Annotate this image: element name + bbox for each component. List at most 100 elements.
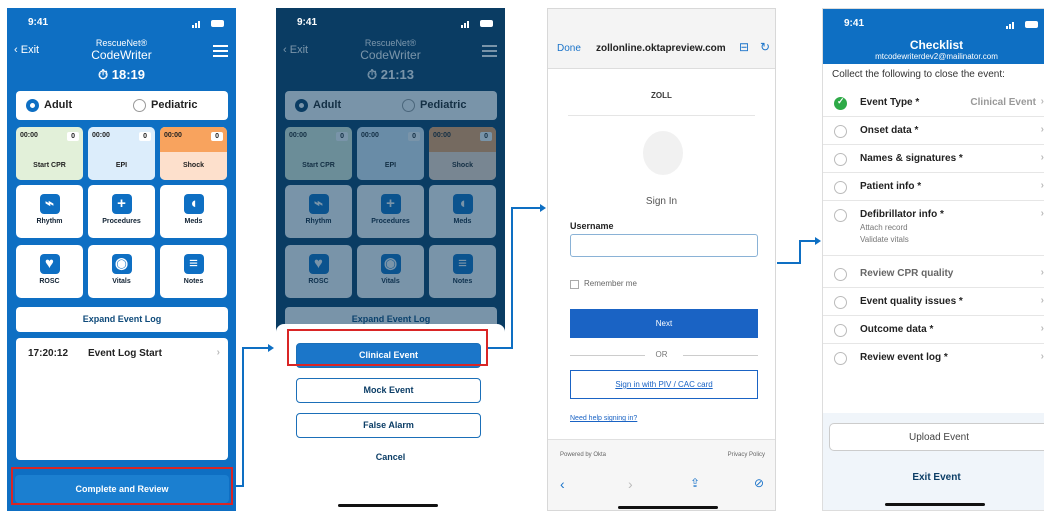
browser-footer: Powered by Okta Privacy Policy ‹ › ⇪ ⊘ (548, 439, 775, 510)
shock-tile[interactable]: 00:00 0 Shock (160, 127, 227, 180)
start-cpr-tile[interactable]: 00:00 0 Start CPR (16, 127, 83, 180)
rosc-tile[interactable]: ♥ ROSC (16, 245, 83, 298)
check-pending-icon (834, 324, 847, 337)
home-indicator (618, 506, 718, 509)
check-complete-icon (834, 96, 847, 110)
help-link[interactable]: Need help signing in? (570, 415, 637, 422)
chevron-right-icon: › (1040, 208, 1044, 219)
arrow-head-icon (540, 204, 546, 212)
chevron-right-icon: › (1040, 323, 1044, 334)
shock-count: 0 (211, 132, 223, 141)
shock-label: Shock (429, 152, 496, 180)
username-input[interactable] (570, 234, 758, 257)
done-button[interactable]: Done (557, 43, 581, 54)
rhythm-tile[interactable]: ⌁ Rhythm (16, 185, 83, 238)
back-icon[interactable]: ‹ (560, 476, 565, 492)
remember-label: Remember me (584, 279, 637, 288)
menu-icon[interactable] (213, 45, 228, 57)
checklist-item-patient[interactable]: Patient info * › (823, 173, 1044, 201)
vitals-tile: ◉ Vitals (357, 245, 424, 298)
rhythm-label: Rhythm (305, 218, 332, 225)
patient-type-selector[interactable]: Adult Pediatric (16, 91, 228, 120)
cpr-label: Start CPR (16, 152, 83, 180)
share-icon[interactable]: ⇪ (690, 476, 700, 490)
vitals-label: Vitals (381, 278, 400, 285)
notes-label: Notes (452, 278, 473, 285)
sign-in-heading: Sign In (645, 196, 678, 207)
notes-icon: ≡ (452, 254, 473, 274)
heart-icon: ♥ (39, 254, 60, 274)
vitals-label: Vitals (112, 278, 131, 285)
divider (683, 355, 758, 356)
item-label: Review CPR quality (860, 268, 954, 279)
vitals-tile[interactable]: ◉ Vitals (88, 245, 155, 298)
event-timer: ⏱ 21:13 (366, 67, 414, 82)
procedures-tile[interactable]: + Procedures (88, 185, 155, 238)
pediatric-label: Pediatric (420, 99, 467, 111)
rosc-label: ROSC (308, 278, 329, 285)
checklist-item-names[interactable]: Names & signatures * › (823, 145, 1044, 173)
checklist-item-cpr-quality[interactable]: Review CPR quality › (823, 260, 1044, 288)
checklist-item-quality-issues[interactable]: Event quality issues * › (823, 288, 1044, 316)
checklist-title: Checklist (909, 38, 964, 52)
checklist-item-onset[interactable]: Onset data * › (823, 117, 1044, 145)
share-screen-icon[interactable]: ⊟ (739, 40, 749, 54)
checklist-header: 9:41 Checklist mtcodewriterdev2@mailinat… (823, 9, 1044, 64)
mock-event-button[interactable]: Mock Event (296, 378, 481, 403)
rhythm-tile: ⌁ Rhythm (285, 185, 352, 238)
item-label: Onset data * (860, 125, 919, 136)
checklist-item-event-log[interactable]: Review event log * › (823, 344, 1044, 372)
meds-label: Meds (184, 218, 203, 225)
forward-icon[interactable]: › (628, 476, 633, 492)
adult-label: Adult (313, 99, 342, 111)
next-button[interactable]: Next (570, 309, 758, 338)
false-alarm-button[interactable]: False Alarm (296, 413, 481, 438)
pediatric-radio[interactable] (133, 99, 146, 112)
checklist-item-event-type[interactable]: Event Type * Clinical Event › (823, 89, 1044, 117)
item-label: Review event log * (860, 352, 948, 363)
item-label: Names & signatures * (860, 153, 963, 164)
compass-icon[interactable]: ⊘ (754, 476, 764, 490)
item-value: Clinical Event (970, 97, 1036, 108)
shock-count: 0 (480, 132, 492, 141)
reload-icon[interactable]: ↻ (760, 40, 770, 54)
expand-event-log-button[interactable]: Expand Event Log (16, 307, 228, 332)
flow-connector (488, 347, 512, 349)
adult-radio[interactable] (26, 99, 39, 112)
procedures-tile: + Procedures (357, 185, 424, 238)
exit-event-button[interactable]: Exit Event (823, 472, 1044, 483)
chevron-right-icon: › (1040, 351, 1044, 362)
chevron-right-icon: › (216, 347, 220, 358)
meds-tile[interactable]: ◖ Meds (160, 185, 227, 238)
chevron-right-icon: › (1040, 124, 1044, 135)
cpr-timer: 00:00 (289, 132, 307, 139)
signal-icon (1006, 20, 1038, 29)
log-time: 17:20:12 (28, 348, 69, 359)
privacy-link[interactable]: Privacy Policy (728, 452, 765, 458)
item-subtext: Validate vitals (860, 235, 909, 244)
piv-cac-button[interactable]: Sign in with PIV / CAC card (570, 370, 758, 399)
upload-event-button[interactable]: Upload Event (829, 423, 1044, 451)
flow-connector (242, 347, 244, 487)
cpr-count: 0 (336, 132, 348, 141)
user-email: mtcodewriterdev2@mailinator.com (875, 52, 998, 61)
remember-checkbox[interactable] (570, 280, 579, 289)
cancel-button[interactable]: Cancel (276, 452, 505, 462)
epi-label: EPI (88, 152, 155, 180)
checklist-item-outcome[interactable]: Outcome data * › (823, 316, 1044, 344)
arrow-head-icon (815, 237, 821, 245)
status-bar: 9:41 (7, 17, 236, 31)
notes-tile[interactable]: ≡ Notes (160, 245, 227, 298)
epi-tile[interactable]: 00:00 0 EPI (88, 127, 155, 180)
item-label: Outcome data * (860, 324, 934, 335)
chevron-right-icon: › (1040, 96, 1044, 107)
phone-screen-checklist: 9:41 Checklist mtcodewriterdev2@mailinat… (822, 8, 1044, 511)
home-indicator (338, 504, 438, 507)
event-timer: ⏱ 18:19 (97, 67, 145, 82)
flow-connector (242, 347, 268, 349)
chevron-right-icon: › (1040, 152, 1044, 163)
item-label: Defibrillator info * (860, 209, 944, 220)
checklist-item-defibrillator[interactable]: Defibrillator info * Attach record Valid… (823, 201, 1044, 256)
eye-icon: ◉ (380, 254, 401, 274)
check-pending-icon (834, 125, 847, 138)
